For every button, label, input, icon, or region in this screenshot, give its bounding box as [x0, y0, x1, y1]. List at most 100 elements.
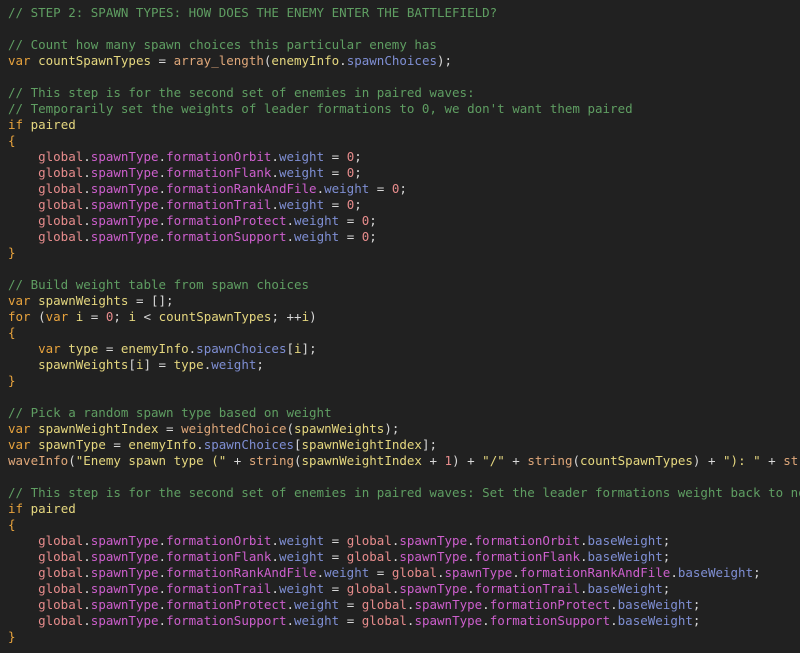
code-token: global	[38, 597, 84, 612]
code-token: baseWeight	[617, 597, 693, 612]
code-token: ;	[662, 533, 671, 548]
code-line[interactable]: global.spawnType.formationTrail.weight =…	[8, 197, 800, 213]
code-token: // This step is for the second set of en…	[8, 485, 800, 500]
code-line[interactable]: spawnWeights[i] = type.weight;	[8, 357, 800, 373]
code-token: (	[286, 421, 294, 436]
code-token: +	[504, 453, 528, 468]
code-line[interactable]: waveInfo("Enemy spawn type (" + string(s…	[8, 453, 800, 469]
code-token: .	[610, 613, 618, 628]
code-token: "/"	[482, 453, 505, 468]
code-token: global	[38, 533, 84, 548]
code-line[interactable]: var spawnType = enemyInfo.spawnChoices[s…	[8, 437, 800, 453]
code-token: spawnType	[90, 581, 159, 596]
code-line[interactable]: global.spawnType.formationRankAndFile.we…	[8, 181, 800, 197]
code-token: .	[512, 565, 520, 580]
code-token: formationTrail	[166, 197, 272, 212]
code-token: =	[324, 197, 347, 212]
code-editor-viewport[interactable]: // STEP 2: SPAWN TYPES: HOW DOES THE ENE…	[0, 0, 800, 653]
code-token: var	[8, 437, 31, 452]
code-line[interactable]: // This step is for the second set of en…	[8, 485, 800, 501]
code-token: array_length	[173, 53, 264, 68]
code-token: ;	[369, 229, 377, 244]
code-line[interactable]: // STEP 2: SPAWN TYPES: HOW DOES THE ENE…	[8, 5, 800, 21]
code-line[interactable]: }	[8, 373, 800, 389]
code-line[interactable]: for (var i = 0; i < countSpawnTypes; ++i…	[8, 309, 800, 325]
code-line[interactable]: // Count how many spawn choices this par…	[8, 37, 800, 53]
code-token: +	[421, 453, 445, 468]
code-token: .	[580, 581, 588, 596]
code-token: weight	[324, 181, 370, 196]
code-line[interactable]: global.spawnType.formationProtect.weight…	[8, 597, 800, 613]
code-token: .	[83, 549, 91, 564]
code-token: formationOrbit	[166, 149, 272, 164]
code-token: i	[128, 309, 136, 324]
code-token: ;	[369, 213, 377, 228]
code-token: .	[339, 53, 347, 68]
code-token: =	[339, 229, 362, 244]
code-line[interactable]: // Temporarily set the weights of leader…	[8, 101, 800, 117]
code-token: .	[580, 549, 588, 564]
code-line[interactable]: if paired	[8, 117, 800, 133]
code-line[interactable]: // Pick a random spawn type based on wei…	[8, 405, 800, 421]
code-line[interactable]: {	[8, 325, 800, 341]
code-token: // Build weight table from spawn choices	[8, 277, 310, 292]
code-line[interactable]: global.spawnType.formationFlank.weight =…	[8, 549, 800, 565]
code-line[interactable]: {	[8, 133, 800, 149]
code-token: {	[8, 517, 16, 532]
code-line[interactable]: var countSpawnTypes = array_length(enemy…	[8, 53, 800, 69]
code-token: .	[158, 581, 167, 596]
code-line[interactable]: global.spawnType.formationSupport.weight…	[8, 229, 800, 245]
code-token: spawnType	[90, 229, 159, 244]
code-line[interactable]: global.spawnType.formationOrbit.weight =…	[8, 149, 800, 165]
code-token: ;	[113, 309, 129, 324]
code-token: {	[8, 133, 16, 148]
code-line[interactable]: var spawnWeights = [];	[8, 293, 800, 309]
code-line[interactable]: global.spawnType.formationSupport.weight…	[8, 613, 800, 629]
code-token: string	[783, 453, 800, 468]
code-token: var	[38, 341, 61, 356]
code-token: type	[68, 341, 99, 356]
code-token: .	[158, 181, 167, 196]
code-line[interactable]: // Build weight table from spawn choices	[8, 277, 800, 293]
code-token: weight	[294, 597, 340, 612]
code-token: {	[8, 325, 16, 340]
code-line[interactable]: global.spawnType.formationTrail.weight =…	[8, 581, 800, 597]
code-token: spawnType	[414, 597, 483, 612]
code-token: enemyInfo	[120, 341, 189, 356]
code-token: type	[173, 357, 204, 372]
code-line[interactable]: var type = enemyInfo.spawnChoices[i];	[8, 341, 800, 357]
code-token: +	[226, 453, 249, 468]
code-token: formationFlank	[166, 549, 272, 564]
code-token: countSpawnTypes	[580, 453, 693, 468]
code-line[interactable]: {	[8, 517, 800, 533]
code-line[interactable]: global.spawnType.formationOrbit.weight =…	[8, 533, 800, 549]
code-line[interactable]: global.spawnType.formationProtect.weight…	[8, 213, 800, 229]
code-line[interactable]: }	[8, 245, 800, 261]
code-token: .	[610, 597, 618, 612]
code-line[interactable]: var spawnWeightIndex = weightedChoice(sp…	[8, 421, 800, 437]
code-text-area[interactable]: // STEP 2: SPAWN TYPES: HOW DOES THE ENE…	[0, 0, 800, 645]
code-line[interactable]: if paired	[8, 501, 800, 517]
code-token: .	[83, 213, 91, 228]
code-token: =	[369, 181, 392, 196]
code-token: .	[271, 581, 279, 596]
code-line[interactable]: // This step is for the second set of en…	[8, 85, 800, 101]
code-line[interactable]: global.spawnType.formationRankAndFile.we…	[8, 565, 800, 581]
code-token: .	[83, 581, 91, 596]
code-token: paired	[30, 501, 76, 516]
code-token: +	[459, 453, 483, 468]
code-token: .	[158, 613, 167, 628]
code-token: spawnType	[90, 213, 159, 228]
code-token: // Pick a random spawn type based on wei…	[8, 405, 332, 420]
code-line[interactable]: }	[8, 629, 800, 645]
code-line[interactable]: global.spawnType.formationFlank.weight =…	[8, 165, 800, 181]
code-token: .	[482, 597, 490, 612]
code-token: formationTrail	[166, 581, 272, 596]
code-token: =	[339, 613, 362, 628]
code-token: .	[158, 197, 167, 212]
code-token: .	[286, 613, 295, 628]
